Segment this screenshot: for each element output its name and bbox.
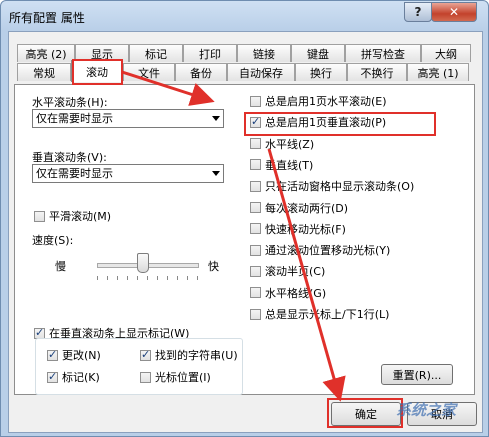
watermark-logo: 系统之家 xyxy=(396,401,457,419)
properties-dialog: 所有配置 属性 ? ✕ 高亮 (2) 显示 标记 打印 链接 键盘 拼写检查 大… xyxy=(0,0,489,437)
arrow-to-option xyxy=(118,69,215,106)
arrow-to-ok xyxy=(267,148,346,402)
tab-scroll[interactable]: 滚动 xyxy=(71,60,123,82)
